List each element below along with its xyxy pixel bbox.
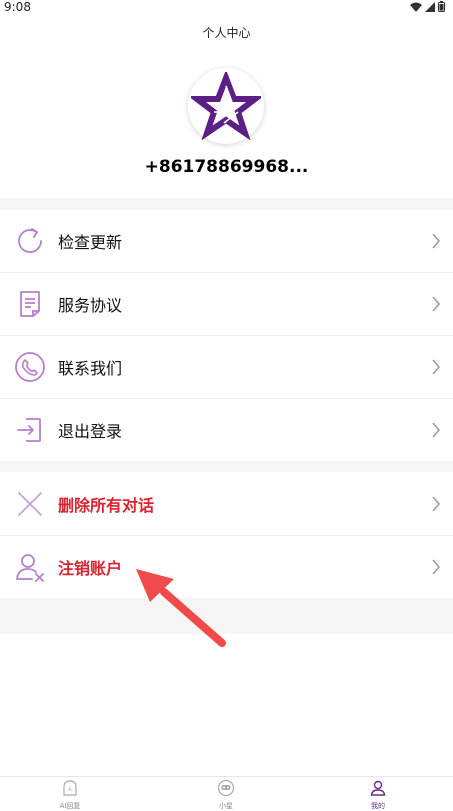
- tab-xiaoxing[interactable]: 小星: [196, 779, 256, 811]
- chevron-right-icon: [432, 559, 440, 575]
- battery-icon: [438, 1, 445, 12]
- section-gap: [0, 198, 453, 210]
- annotation-arrow: [136, 569, 226, 647]
- menu-item-check-update[interactable]: 检查更新: [0, 210, 453, 272]
- menu-item-logout[interactable]: 退出登录: [0, 399, 453, 461]
- refresh-icon: [18, 228, 42, 253]
- menu-item-delete-conversations[interactable]: 删除所有对话: [0, 473, 453, 535]
- phone-icon: [15, 352, 45, 382]
- wifi-icon: [410, 2, 422, 12]
- status-bar: 9:08: [0, 0, 453, 16]
- menu-item-label: 服务协议: [58, 296, 123, 315]
- logout-icon: [17, 418, 41, 442]
- page-title: 个人中心: [202, 26, 251, 40]
- menu-item-label: 联系我们: [58, 359, 123, 378]
- signal-icon: [425, 1, 435, 12]
- document-icon: [20, 291, 40, 317]
- chevron-right-icon: [432, 296, 440, 312]
- chevron-right-icon: [432, 233, 440, 249]
- menu-item-service-agreement[interactable]: 服务协议: [0, 273, 453, 335]
- close-x-icon: [18, 492, 42, 516]
- status-time: 9:08: [4, 0, 31, 14]
- user-icon: [370, 780, 386, 796]
- chevron-right-icon: [432, 422, 440, 438]
- tab-ai-reply[interactable]: A AI回复: [40, 779, 100, 811]
- menu-item-label: 删除所有对话: [58, 496, 155, 515]
- status-icons: [410, 1, 445, 12]
- menu-item-label: 退出登录: [58, 422, 123, 441]
- user-remove-icon: [16, 554, 44, 582]
- ai-reply-icon: A: [63, 780, 77, 796]
- robot-face-icon: [217, 779, 235, 797]
- menu-item-label: 检查更新: [58, 233, 123, 252]
- avatar[interactable]: [188, 68, 264, 144]
- svg-text:A: A: [68, 787, 72, 793]
- tab-mine[interactable]: 我的: [348, 779, 408, 811]
- username: +86178869968...: [144, 157, 309, 177]
- chevron-right-icon: [432, 496, 440, 512]
- menu-item-label: 注销账户: [58, 559, 123, 578]
- chevron-right-icon: [432, 359, 440, 375]
- menu-item-contact-us[interactable]: 联系我们: [0, 336, 453, 398]
- bottom-tab-bar: A AI回复 小星 我的: [0, 776, 453, 811]
- section-gap: [0, 460, 453, 472]
- star-logo-icon: [191, 72, 261, 140]
